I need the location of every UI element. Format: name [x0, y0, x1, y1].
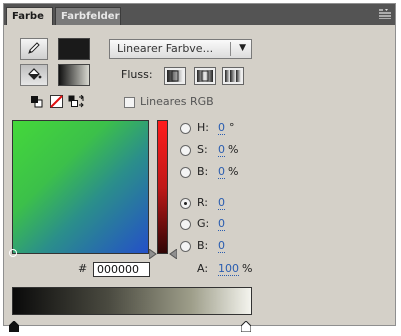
saturation-value[interactable]: 0	[218, 143, 225, 157]
fill-type-dropdown[interactable]: Linearer Farbve... ▼	[109, 39, 252, 59]
paint-bucket-icon	[26, 66, 42, 85]
slider-left-arrow-icon[interactable]	[148, 244, 157, 260]
picker-cursor	[9, 249, 17, 257]
saturation-label: S:	[197, 143, 208, 156]
panel-menu-icon[interactable]	[379, 9, 391, 20]
radio-brightness[interactable]	[180, 167, 191, 178]
blue-value[interactable]: 0	[218, 239, 225, 253]
alpha-label: A:	[197, 262, 209, 275]
radio-red[interactable]	[180, 198, 191, 209]
tab-bar: Farbe Farbfelder	[4, 4, 395, 25]
fill-color-button[interactable]	[20, 64, 48, 86]
radio-hue[interactable]	[180, 123, 191, 134]
color-panel: Farbe Farbfelder Linearer Farbve... ▼ Fl…	[3, 3, 396, 333]
saturation-unit: %	[228, 143, 239, 156]
radio-blue[interactable]	[180, 241, 191, 252]
red-value[interactable]: 0	[218, 196, 225, 210]
flow-extend-button[interactable]	[164, 67, 186, 85]
flow-label: Fluss:	[121, 68, 153, 81]
gradient-preview-bar[interactable]	[12, 287, 252, 315]
tab-farbe[interactable]: Farbe	[6, 7, 53, 25]
fill-type-value: Linearer Farbve...	[117, 42, 214, 55]
stroke-swatch[interactable]	[58, 38, 90, 60]
dropdown-separator	[230, 42, 231, 56]
red-label: R:	[197, 196, 209, 209]
blue-label: B:	[197, 239, 209, 252]
radio-saturation[interactable]	[180, 145, 191, 156]
fill-gradient-swatch[interactable]	[58, 64, 90, 86]
swap-colors-icon[interactable]	[68, 93, 84, 108]
flow-reflect-button[interactable]	[194, 67, 216, 85]
gradient-stop-start[interactable]	[8, 317, 20, 333]
flow-repeat-button[interactable]	[222, 67, 244, 85]
chevron-down-icon: ▼	[239, 43, 246, 53]
linear-rgb-checkbox[interactable]	[124, 97, 135, 108]
slider-right-arrow-icon[interactable]	[169, 244, 178, 260]
radio-green[interactable]	[180, 219, 191, 230]
pencil-icon	[27, 40, 41, 59]
hue-value[interactable]: 0	[218, 121, 225, 135]
hex-input[interactable]: 000000	[93, 262, 150, 277]
brightness-value[interactable]: 0	[218, 165, 225, 179]
hue-label: H:	[197, 121, 209, 134]
brightness-unit: %	[228, 165, 239, 178]
brightness-label: B:	[197, 165, 209, 178]
linear-rgb-label: Lineares RGB	[140, 95, 214, 108]
alpha-value[interactable]: 100	[218, 262, 239, 276]
gradient-stop-end[interactable]	[240, 317, 252, 333]
green-value[interactable]: 0	[218, 217, 225, 231]
hex-prefix: #	[78, 262, 88, 275]
red-channel-slider[interactable]	[157, 120, 168, 254]
tab-farbfelder[interactable]: Farbfelder	[55, 7, 121, 25]
color-picker-field[interactable]	[9, 120, 149, 257]
hue-unit: °	[229, 121, 235, 134]
stroke-color-button[interactable]	[20, 38, 48, 60]
green-label: G:	[197, 217, 210, 230]
no-color-icon[interactable]	[50, 93, 63, 108]
black-white-icon[interactable]	[30, 93, 43, 108]
alpha-unit: %	[242, 262, 253, 275]
